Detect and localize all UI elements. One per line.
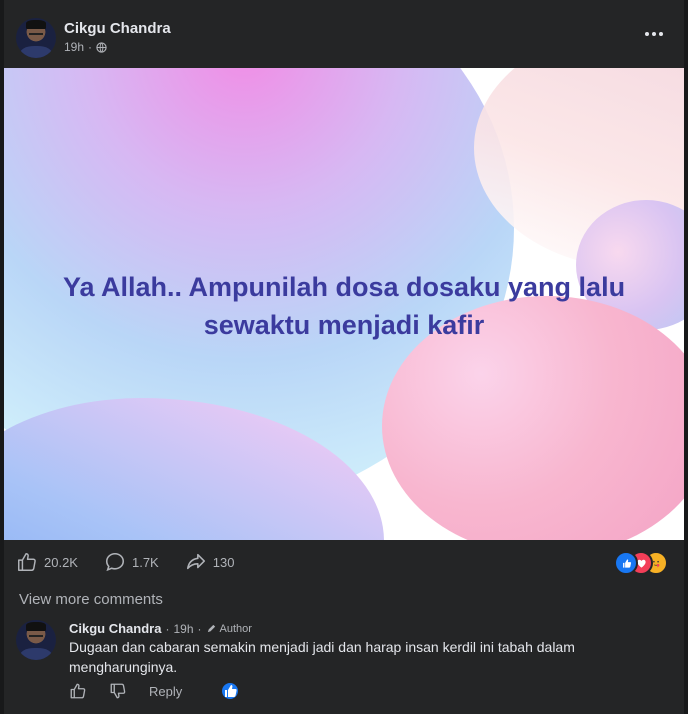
like-count: 20.2K	[44, 554, 78, 570]
comment-text: Dugaan dan cabaran semakin menjadi jadi …	[69, 639, 575, 675]
pencil-icon	[207, 624, 215, 633]
comment-separator: ·	[165, 621, 170, 636]
post-text-line-1: Ya Allah.. Ampunilah dosa dosaku yang la…	[62, 272, 626, 302]
like-icon	[18, 553, 36, 571]
author-avatar[interactable]	[16, 18, 56, 58]
post-background-image[interactable]: Ya Allah.. Ampunilah dosa dosaku yang la…	[4, 68, 684, 540]
author-badge-label: Author	[219, 622, 252, 635]
more-options-icon[interactable]	[642, 22, 666, 46]
view-more-comments-link[interactable]: View more comments	[19, 591, 163, 608]
comment-separator-2: ·	[197, 621, 202, 636]
comment-like-reaction-icon	[222, 683, 239, 699]
comment-actions: Reply	[69, 682, 260, 700]
thumbs-up-icon	[70, 683, 86, 699]
reply-button[interactable]: Reply	[149, 684, 182, 699]
comment-icon	[105, 552, 125, 572]
author-badge: Author	[206, 623, 252, 635]
like-reaction-icon	[614, 551, 638, 575]
reaction-summary[interactable]	[614, 551, 670, 575]
comment-time[interactable]: 19h	[173, 622, 193, 636]
share-button[interactable]: 130	[185, 551, 235, 573]
globe-icon	[96, 41, 107, 53]
right-edge	[684, 0, 688, 714]
comment-header: Cikgu Chandra · 19h · Author	[69, 621, 252, 636]
post-meta: 19h ·	[64, 40, 107, 54]
comment-avatar[interactable]	[16, 620, 56, 660]
share-icon	[186, 553, 205, 570]
comment-button[interactable]: 1.7K	[104, 551, 159, 573]
post-actions-bar: 20.2K 1.7K 130	[16, 548, 260, 576]
comment-like-button[interactable]	[69, 682, 87, 700]
post-text-line-2: sewaktu menjadi kafir	[203, 310, 485, 340]
post-time[interactable]: 19h	[64, 40, 84, 54]
like-button[interactable]: 20.2K	[16, 551, 78, 573]
meta-separator: ·	[88, 40, 93, 54]
share-count: 130	[212, 554, 235, 570]
comment-author-name[interactable]: Cikgu Chandra	[69, 621, 161, 636]
author-name[interactable]: Cikgu Chandra	[64, 20, 171, 37]
comment-count: 1.7K	[131, 554, 159, 570]
post-text: Ya Allah.. Ampunilah dosa dosaku yang la…	[4, 268, 684, 344]
thumbs-down-icon	[110, 683, 126, 699]
post-header: Cikgu Chandra 19h ·	[0, 0, 688, 68]
comment-dislike-button[interactable]	[109, 682, 127, 700]
